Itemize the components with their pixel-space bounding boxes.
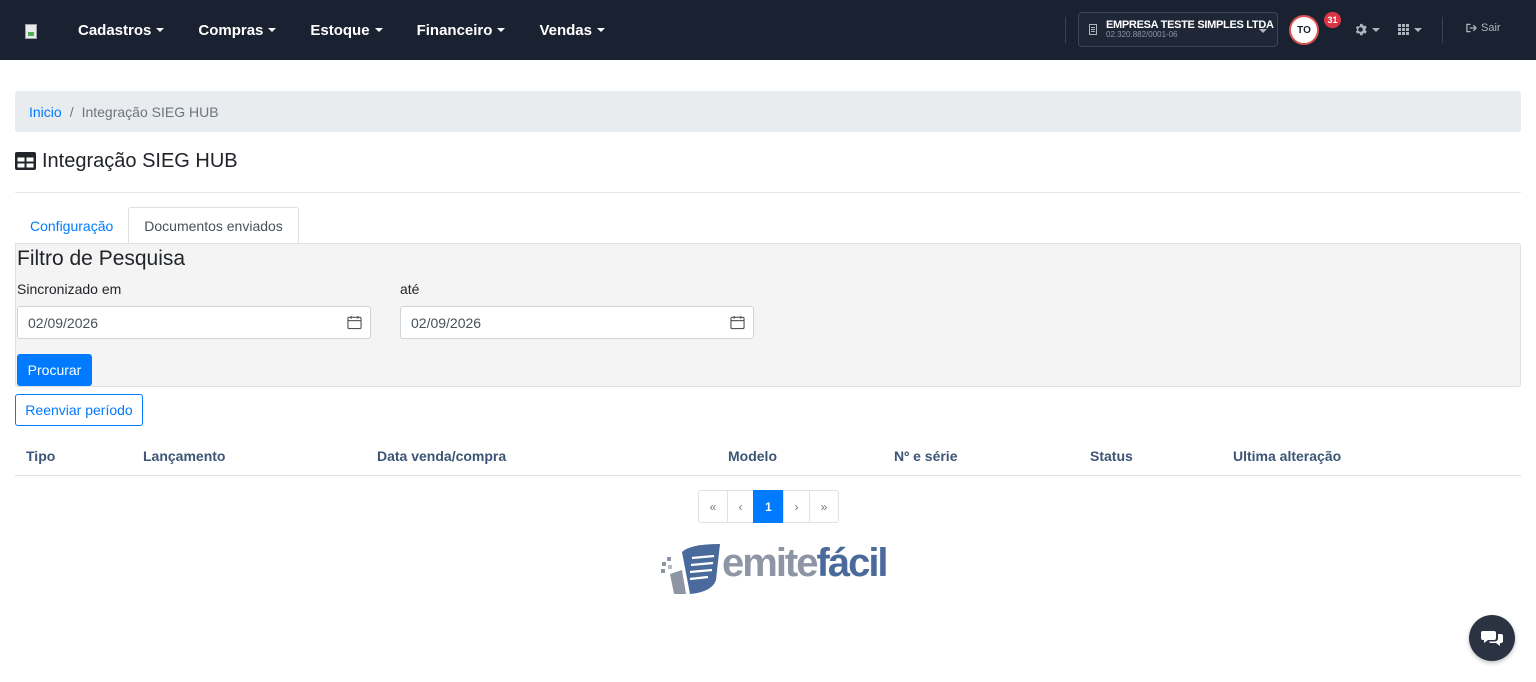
search-button[interactable]: Procurar <box>17 354 92 386</box>
caret-down-icon <box>1259 29 1267 33</box>
company-cnpj: 02.320.882/0001-06 <box>1106 29 1178 39</box>
tab-documentos-enviados[interactable]: Documentos enviados <box>128 207 299 244</box>
sync-from-label: Sincronizado em <box>17 281 122 297</box>
calendar-icon[interactable] <box>347 315 362 330</box>
notification-badge[interactable]: 31 <box>1324 12 1341 28</box>
resend-period-button[interactable]: Reenviar período <box>15 394 143 426</box>
brand-text-facil: fácil <box>816 541 889 585</box>
top-navbar: Cadastros Compras Estoque Financeiro Ven… <box>0 0 1536 60</box>
pagination-prev[interactable]: ‹ <box>727 490 754 523</box>
column-header-numero-serie[interactable]: Nº e série <box>894 448 958 464</box>
tab-bar: Configuração Documentos enviados <box>15 207 299 244</box>
sync-from-date-input[interactable]: 02/09/2026 <box>17 306 371 339</box>
apps-menu[interactable] <box>1398 24 1422 35</box>
sync-to-label: até <box>400 281 420 297</box>
gear-icon <box>1355 23 1367 36</box>
breadcrumb: Inicio / Integração SIEG HUB <box>15 91 1521 132</box>
caret-down-icon <box>497 28 506 32</box>
main-menu: Cadastros Compras Estoque Financeiro Ven… <box>78 0 639 60</box>
navbar-divider <box>1442 17 1443 43</box>
menu-vendas[interactable]: Vendas <box>539 22 605 39</box>
menu-cadastros[interactable]: Cadastros <box>78 22 165 39</box>
pagination-next[interactable]: › <box>783 490 810 523</box>
caret-down-icon <box>374 28 383 32</box>
document-logo-icon <box>661 544 720 594</box>
breadcrumb-separator: / <box>69 103 74 120</box>
tab-configuracao[interactable]: Configuração <box>15 207 128 244</box>
column-header-ultima-alteracao[interactable]: Ultima alteração <box>1233 448 1341 464</box>
company-selector[interactable]: EMPRESA TESTE SIMPLES LTDA 02.320.882/00… <box>1078 12 1278 47</box>
pagination: « ‹ 1 › » <box>698 490 839 523</box>
menu-estoque[interactable]: Estoque <box>310 22 383 39</box>
building-icon <box>1089 24 1097 35</box>
caret-down-icon <box>1372 27 1380 32</box>
sign-out-icon <box>1466 23 1477 33</box>
column-header-tipo[interactable]: Tipo <box>26 448 55 464</box>
menu-compras[interactable]: Compras <box>198 22 277 39</box>
column-header-modelo[interactable]: Modelo <box>728 448 777 464</box>
grid-icon <box>1398 24 1409 35</box>
calendar-icon[interactable] <box>730 315 745 330</box>
breadcrumb-home-link[interactable]: Inicio <box>29 104 62 120</box>
page-title: Integração SIEG HUB <box>15 148 238 174</box>
caret-down-icon <box>1414 27 1422 32</box>
broken-logo-image-icon[interactable] <box>25 24 41 40</box>
breadcrumb-current: Integração SIEG HUB <box>81 103 219 120</box>
comments-icon <box>1481 631 1503 646</box>
pagination-page-1[interactable]: 1 <box>753 490 784 523</box>
emitefacil-logo: emitefácil <box>660 540 889 596</box>
caret-down-icon <box>596 28 605 32</box>
table-icon <box>15 152 36 170</box>
title-divider <box>15 192 1521 193</box>
column-header-data[interactable]: Data venda/compra <box>377 448 506 464</box>
search-filter-panel: Filtro de Pesquisa Sincronizado em 02/09… <box>15 243 1521 387</box>
chat-button[interactable] <box>1469 615 1515 661</box>
caret-down-icon <box>268 28 277 32</box>
column-header-status[interactable]: Status <box>1090 448 1133 464</box>
pagination-first[interactable]: « <box>698 490 728 523</box>
brand-text-emite: emite <box>722 541 818 585</box>
company-name: EMPRESA TESTE SIMPLES LTDA <box>1106 18 1274 31</box>
caret-down-icon <box>156 28 165 32</box>
table-header: Tipo Lançamento Data venda/compra Modelo… <box>15 436 1521 476</box>
navbar-divider <box>1065 17 1066 43</box>
logout-button[interactable]: Sair <box>1466 22 1501 34</box>
pagination-last[interactable]: » <box>809 490 839 523</box>
settings-menu[interactable] <box>1354 23 1380 36</box>
sync-to-date-input[interactable]: 02/09/2026 <box>400 306 754 339</box>
column-header-lancamento[interactable]: Lançamento <box>143 448 225 464</box>
filter-title: Filtro de Pesquisa <box>17 247 186 270</box>
menu-financeiro[interactable]: Financeiro <box>417 22 506 39</box>
user-avatar[interactable]: TO <box>1289 15 1319 45</box>
